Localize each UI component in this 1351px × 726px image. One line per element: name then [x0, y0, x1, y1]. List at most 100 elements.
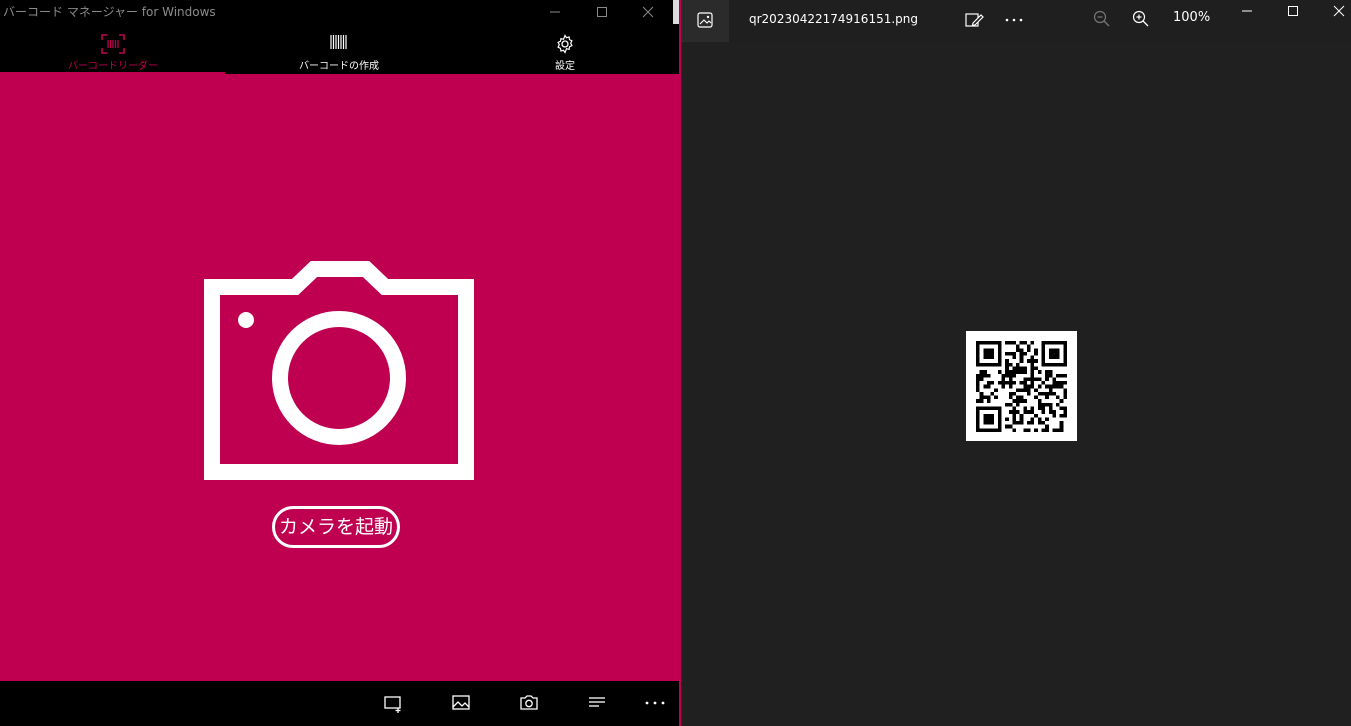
qr-module [990, 341, 995, 345]
qr-module [986, 399, 991, 403]
qr-module [997, 359, 1002, 363]
qr-module [1019, 395, 1024, 400]
qr-module [1056, 373, 1060, 378]
qr-module [1012, 399, 1017, 403]
qr-module [1001, 377, 1006, 382]
qr-module [997, 362, 1002, 367]
launch-camera-button[interactable]: カメラを起動 [272, 506, 400, 548]
qr-module [986, 381, 991, 385]
maximize-button[interactable] [579, 0, 625, 24]
tab-settings[interactable]: 設定 [452, 24, 678, 75]
qr-module [1041, 410, 1046, 414]
zoom-level[interactable]: 100% [1173, 10, 1210, 25]
qr-module [994, 341, 998, 345]
qr-module [1034, 413, 1038, 418]
maximize-icon[interactable] [1287, 5, 1299, 17]
qr-module [976, 424, 980, 429]
camera-button[interactable] [517, 691, 541, 715]
qr-module [1041, 362, 1046, 367]
qr-module [983, 373, 987, 378]
qr-module [1005, 417, 1009, 422]
qr-module [1012, 406, 1017, 411]
tab-label: 設定 [555, 61, 575, 72]
qr-module [983, 395, 987, 400]
qr-module [1023, 377, 1027, 382]
title-bar: バーコード マネージャー for Windows [0, 0, 679, 24]
qr-module [990, 428, 995, 432]
qr-module [1048, 391, 1053, 396]
qr-module [1045, 417, 1049, 422]
minimize-button[interactable] [532, 0, 578, 24]
more-button[interactable] [643, 691, 667, 715]
qr-module [1019, 359, 1024, 363]
qr-module [1012, 417, 1017, 422]
zoom-in-icon[interactable] [1132, 10, 1150, 28]
qr-module [1041, 355, 1046, 360]
qr-module [1019, 366, 1024, 371]
qr-module [1037, 417, 1042, 422]
qr-module [1008, 362, 1013, 367]
history-list-button[interactable] [585, 691, 609, 715]
photo-icon [697, 12, 713, 28]
qr-module [1019, 381, 1024, 385]
qr-module [1048, 355, 1053, 360]
qr-module [1056, 384, 1060, 389]
qr-module [1016, 366, 1020, 371]
qr-module [990, 406, 995, 411]
qr-module [1048, 373, 1053, 378]
open-image-button[interactable] [449, 691, 473, 715]
barcode-scan-icon [101, 34, 125, 54]
qr-module [986, 355, 991, 360]
qr-module [1026, 377, 1031, 382]
qr-module [1052, 391, 1057, 396]
qr-module [1048, 406, 1053, 411]
qr-module [1023, 381, 1027, 385]
qr-module [1008, 391, 1013, 396]
qr-module [1045, 362, 1049, 367]
qr-module [1063, 410, 1067, 414]
qr-module [1026, 428, 1031, 432]
tab-barcode-create[interactable]: バーコードの作成 [226, 24, 452, 75]
qr-module [976, 388, 980, 392]
qr-module [1008, 410, 1013, 414]
more-options-icon[interactable] [1003, 10, 1025, 30]
qr-module [1016, 421, 1020, 425]
camera-icon [520, 695, 538, 710]
qr-module [1005, 366, 1009, 371]
qr-module [983, 421, 987, 425]
qr-module [1034, 377, 1038, 382]
qr-module [1026, 359, 1031, 363]
qr-module [1052, 413, 1057, 418]
qr-module [1045, 402, 1049, 407]
qr-module [1023, 410, 1027, 414]
qr-module [997, 421, 1002, 425]
qr-module [1052, 362, 1057, 367]
qr-module [1012, 370, 1017, 374]
close-icon[interactable] [1333, 5, 1345, 17]
zoom-out-icon[interactable] [1093, 10, 1111, 28]
qr-module [1026, 384, 1031, 389]
qr-module [1056, 348, 1060, 352]
qr-module [1012, 341, 1017, 345]
qr-module [986, 413, 991, 418]
minimize-icon[interactable] [1241, 5, 1253, 17]
qr-module [976, 399, 980, 403]
qr-module [1026, 344, 1031, 349]
close-button[interactable] [625, 0, 671, 24]
select-area-button[interactable] [381, 691, 405, 715]
qr-module [1034, 348, 1038, 352]
qr-module [976, 348, 980, 352]
tab-barcode-reader[interactable]: バーコードリーダー [0, 24, 226, 75]
qr-module [979, 395, 984, 400]
qr-module [979, 370, 984, 374]
qr-module [990, 417, 995, 422]
qr-module [1012, 381, 1017, 385]
edit-image-icon[interactable] [964, 10, 984, 30]
photos-app-button[interactable] [681, 0, 729, 42]
qr-module [1059, 373, 1064, 378]
qr-module [1048, 370, 1053, 374]
qr-module [1023, 406, 1027, 411]
qr-module [986, 384, 991, 389]
qr-module [1005, 351, 1009, 356]
qr-module [976, 344, 980, 349]
